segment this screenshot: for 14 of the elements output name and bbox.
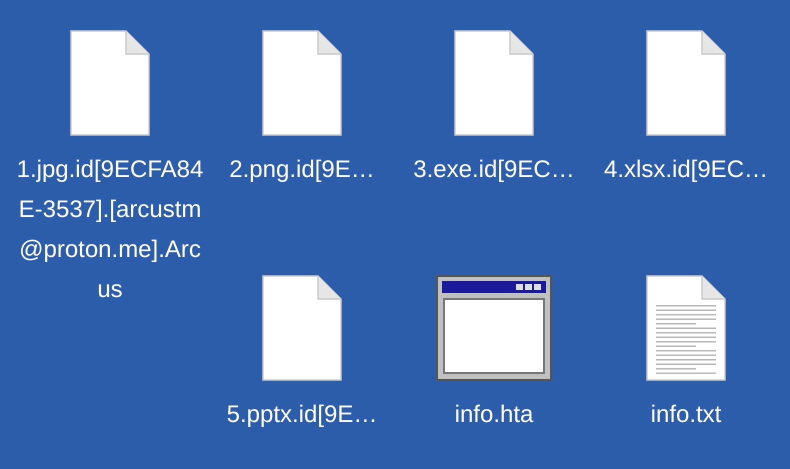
application-window-icon bbox=[436, 275, 552, 381]
document-icon bbox=[454, 30, 534, 136]
text-document-icon bbox=[646, 275, 726, 381]
file-name[interactable]: 2.png.id[9E… bbox=[207, 150, 397, 190]
document-icon bbox=[262, 30, 342, 136]
file-name[interactable]: info.hta bbox=[399, 395, 589, 435]
file-name[interactable]: 5.pptx.id[9E… bbox=[207, 395, 397, 435]
file-name[interactable]: info.txt bbox=[591, 395, 781, 435]
file-name[interactable]: 1.jpg.id[9ECFA84E-3537].[arcustm@proton.me].Arcus bbox=[15, 150, 205, 310]
document-icon bbox=[70, 30, 150, 136]
file-name[interactable]: 4.xlsx.id[9EC… bbox=[591, 150, 781, 190]
document-icon bbox=[646, 30, 726, 136]
document-icon bbox=[262, 275, 342, 381]
file-name[interactable]: 3.exe.id[9EC… bbox=[399, 150, 589, 190]
